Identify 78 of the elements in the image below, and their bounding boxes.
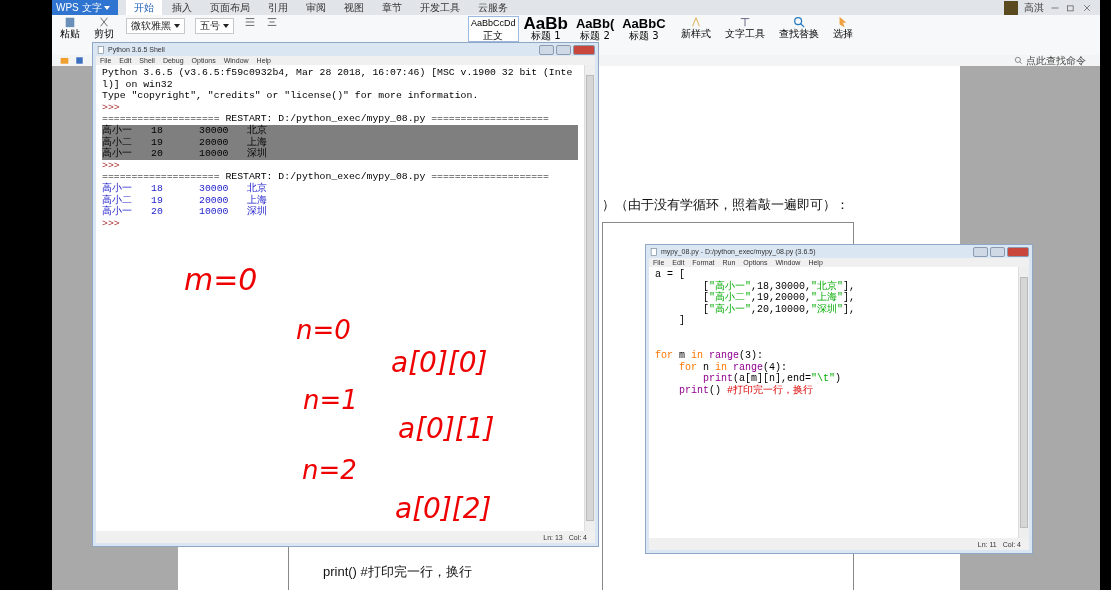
code-line: for m in range(3):: [655, 350, 765, 362]
align-icon: [266, 16, 278, 28]
ribbon-tab[interactable]: 插入: [164, 0, 200, 15]
code-line: for n in range(4):: [678, 361, 789, 373]
font-field[interactable]: 微软雅黑: [126, 18, 185, 34]
code-line: ["高小二",19,20000,"上海"],: [702, 292, 857, 304]
ribbon-tab[interactable]: 开始: [126, 0, 162, 15]
style-preset[interactable]: AaBb 标题 1: [520, 16, 571, 42]
restore-icon: [1066, 2, 1076, 13]
shell-prompt: >>>: [102, 101, 121, 114]
list-icon: [244, 16, 256, 28]
ribbon-tab[interactable]: 引用: [260, 0, 296, 15]
caret-icon: [103, 5, 110, 10]
document-text: ）（由于没有学循环，照着敲一遍即可）：: [602, 196, 849, 214]
save-icon: [75, 56, 84, 65]
handwritten-note: a[0][0]: [391, 349, 488, 377]
style-preset[interactable]: AaBb( 标题 2: [572, 16, 618, 42]
code-line: a = [: [655, 269, 686, 281]
code-line: ]: [678, 315, 686, 327]
handwritten-note: a[0][1]: [398, 415, 495, 443]
ribbon-tool-button[interactable]: 选择: [830, 16, 855, 39]
document-code-line: print() #打印完一行，换行: [323, 563, 472, 581]
close-button[interactable]: [573, 44, 595, 55]
ribbon-tab[interactable]: 开发工具: [412, 0, 468, 15]
banner-line: Type "copyright", "credits" or "license()" for more information.: [102, 90, 480, 102]
caret-icon: [174, 24, 180, 28]
handwritten-note: n=1: [303, 387, 358, 413]
banner-line: Python 3.6.5 (v3.6.5:f59c0932b4, Mar 28 2018, 16:07:46) [MSC v.1900 32 bit (Inte: [102, 67, 574, 79]
paste-button[interactable]: 粘贴: [58, 16, 82, 39]
clipboard-icon: [64, 16, 76, 28]
minimize-button[interactable]: [973, 246, 988, 257]
output-row-text: 高小二 19 20000 上海: [102, 194, 268, 206]
minimize-button[interactable]: [539, 44, 554, 55]
ribbon-tab[interactable]: 云服务: [470, 0, 516, 15]
file-icon: [650, 247, 658, 256]
avatar-icon: [1004, 0, 1018, 15]
search-icon: [1014, 56, 1023, 65]
font-size-field[interactable]: 五号: [195, 18, 234, 34]
maximize-button[interactable]: [990, 246, 1005, 257]
handwritten-note: n=2: [302, 457, 357, 483]
handwritten-note: n=0: [296, 317, 351, 343]
banner-line: l)] on win32: [102, 78, 174, 91]
magnifier-icon: [792, 16, 805, 28]
shell-prompt: >>>: [102, 159, 121, 172]
code-line: ["高小一",18,30000,"北京"],: [702, 280, 857, 292]
close-button[interactable]: [1007, 246, 1029, 257]
output-row: 高小一 20 10000 深圳: [102, 148, 578, 160]
output-row-text: 高小一 18 30000 北京: [102, 182, 268, 194]
style-preset[interactable]: AaBbC 标题 3: [619, 16, 669, 42]
handwritten-note: m=0: [184, 265, 258, 295]
restart-line: ==================== RESTART: D:/python_exec/mypy_08.py ====================: [102, 113, 550, 125]
folder-icon: [60, 56, 69, 65]
ribbon-tool-button[interactable]: 文字工具: [722, 16, 767, 39]
command-search[interactable]: 点此查找命令: [1008, 52, 1092, 69]
ribbon-tab[interactable]: 页面布局: [202, 0, 258, 15]
output-row: 高小一 18 30000 北京: [102, 124, 578, 137]
new-style-button[interactable]: 新样式: [678, 16, 713, 39]
text-tool-icon: [738, 16, 751, 28]
shell-prompt: >>>: [102, 217, 121, 230]
ribbon-tab[interactable]: 审阅: [298, 0, 334, 15]
app-menu-button[interactable]: WPS 文字: [52, 0, 118, 15]
caret-icon: [223, 24, 229, 28]
restart-line: ==================== RESTART: D:/python_exec/mypy_08.py ====================: [102, 171, 550, 183]
cut-button[interactable]: 剪切: [92, 16, 116, 39]
code-line: print() #打印完一行，换行: [678, 384, 815, 397]
file-icon: [97, 45, 105, 54]
ribbon-tab[interactable]: 章节: [374, 0, 410, 15]
output-row-text: 高小一 20 10000 深圳: [102, 206, 268, 218]
ribbon-tool-button[interactable]: 查找替换: [776, 16, 821, 39]
ribbon-tab[interactable]: 视图: [336, 0, 372, 15]
scissors-icon: [98, 16, 110, 28]
style-preset[interactable]: AaBbCcDd 正文: [468, 16, 519, 42]
user-name: 高淇: [1024, 0, 1044, 15]
maximize-button[interactable]: [556, 44, 571, 55]
code-line: ["高小一",20,10000,"深圳"],: [702, 303, 857, 316]
close-icon: [1082, 2, 1092, 13]
code-line: print(a[m][n],end="\t"): [702, 373, 843, 385]
handwritten-note: a[0][2]: [395, 495, 492, 523]
